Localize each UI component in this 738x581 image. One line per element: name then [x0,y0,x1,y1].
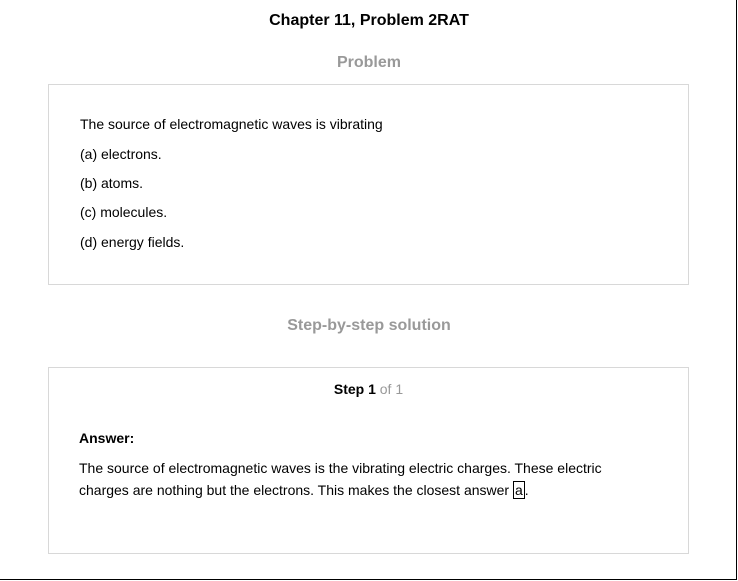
option-c: (c) molecules. [80,204,168,220]
problem-heading: Problem [336,54,401,71]
step-count: of 1 [379,381,404,397]
page-title: Chapter 11, Problem 2RAT [269,12,469,29]
option-d: (d) energy fields. [80,234,185,250]
answer-end: . [524,482,529,498]
step-header: Step 1 of 1 [49,381,688,397]
option-b: (b) atoms. [80,175,144,191]
problem-question: The source of electromagnetic waves is v… [80,116,383,132]
option-a: (a) electrons. [80,146,162,162]
solution-box: Step 1 of 1 Answer: The source of electr… [48,367,689,554]
answer-choice: a [512,481,525,499]
answer-text: The source of electromagnetic waves is t… [79,457,639,501]
problem-box: The source of electromagnetic waves is v… [48,84,689,285]
solution-heading: Step-by-step solution [287,317,451,334]
answer-label: Answer: [79,430,135,446]
step-label: Step 1 [333,381,376,397]
